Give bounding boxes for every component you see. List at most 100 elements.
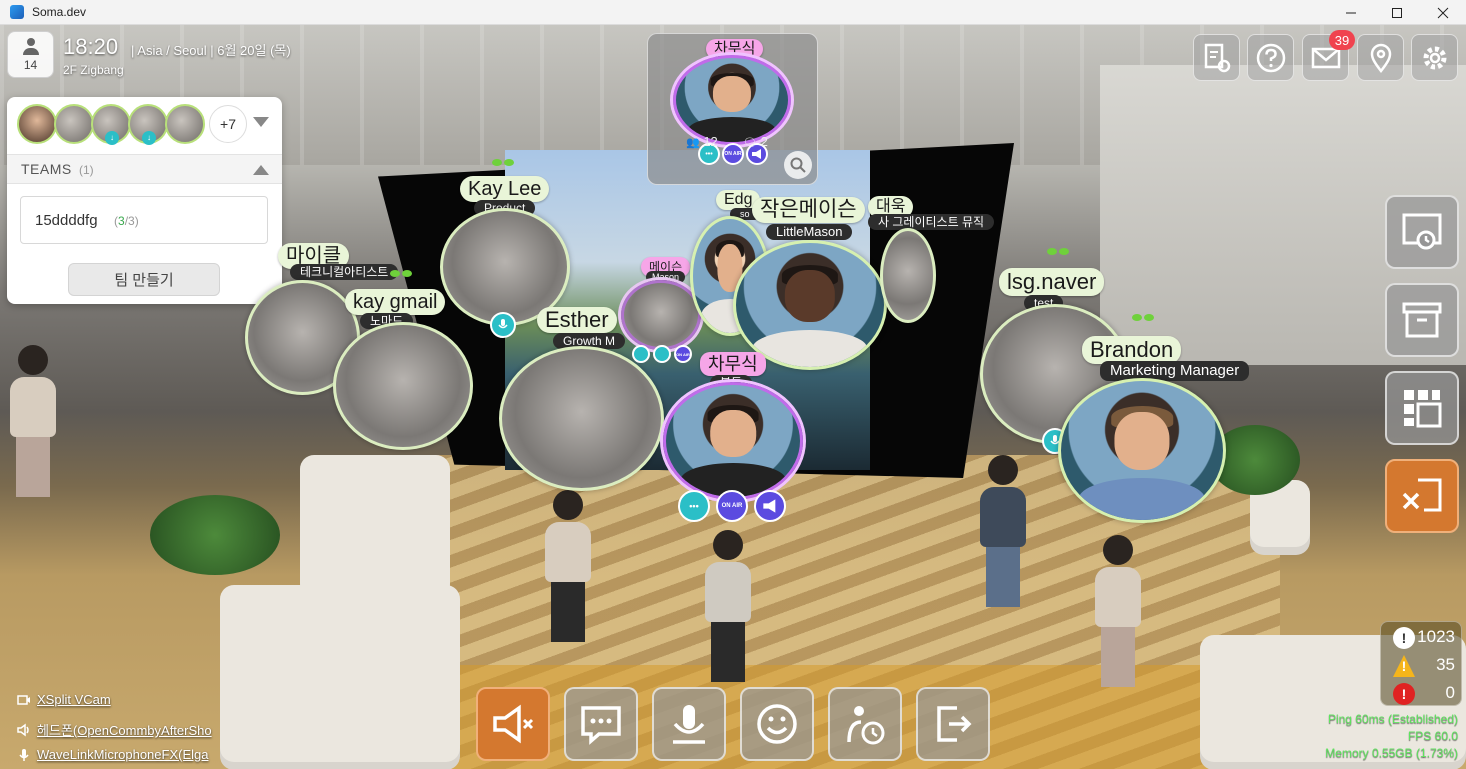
warning-icon: !	[1393, 655, 1415, 677]
microphone-device-link[interactable]: WaveLinkMicrophoneFX(Elga	[17, 747, 208, 762]
memory-status: Memory 0.55GB (1.73%)	[1325, 746, 1458, 760]
info-count: 1023	[1417, 627, 1455, 646]
team-list-item[interactable]: 15ddddfg (3/3)	[20, 196, 268, 244]
on-air-button[interactable]: ON AIR	[722, 143, 744, 165]
document-settings-button[interactable]	[1193, 34, 1240, 81]
participant-bubble[interactable]	[499, 346, 664, 491]
speaker-device-link[interactable]: 헤드폰(OpenCommbyAfterSho	[17, 720, 212, 739]
error-count-row: ! 0	[1381, 680, 1463, 707]
create-team-button[interactable]: 팀 만들기	[68, 263, 220, 296]
avatar[interactable]	[17, 104, 57, 144]
app-window: Soma.dev 14 18:20 | Asia / Seoul | 6월 20…	[0, 0, 1466, 769]
participant-bubble[interactable]	[621, 280, 701, 350]
avatar-figure[interactable]	[705, 530, 751, 682]
help-button[interactable]	[1247, 34, 1294, 81]
microphone-button[interactable]	[652, 687, 726, 761]
sofa	[220, 585, 460, 769]
minimize-button[interactable]	[1328, 0, 1374, 25]
timezone-date: | Asia / Seoul | 6월 20일 (목)	[131, 43, 291, 58]
microphone-icon: ↓	[142, 131, 156, 145]
sprout-icon	[1130, 312, 1156, 328]
help-icon	[1256, 43, 1285, 72]
warning-count-row: ! 35	[1381, 652, 1463, 679]
comment-count: 🗨 2	[743, 134, 768, 149]
more-users-count[interactable]: +7	[209, 105, 247, 143]
microphone-icon	[19, 748, 29, 761]
info-count-row: ! 1023	[1381, 624, 1463, 651]
participant-name: Kay Lee	[460, 176, 550, 202]
avatar-figure[interactable]	[545, 490, 591, 642]
speaker-mute-button[interactable]	[476, 687, 550, 761]
screen-history-button[interactable]	[1385, 195, 1459, 269]
zoom-button[interactable]	[784, 151, 812, 179]
participant-bubble[interactable]	[1058, 378, 1226, 523]
avatar-figure[interactable]	[10, 345, 56, 497]
away-status-button[interactable]	[828, 687, 902, 761]
gear-icon	[1423, 46, 1446, 69]
participant-role: 사 그레이티스트 뮤직	[868, 214, 995, 230]
megaphone-icon[interactable]	[754, 490, 786, 522]
minimize-icon	[1346, 12, 1356, 13]
chevron-up-icon[interactable]	[253, 165, 269, 175]
stop-share-icon	[1402, 478, 1442, 512]
participant-name: lsg.naver	[999, 268, 1105, 296]
close-window-button[interactable]	[1420, 0, 1466, 25]
app-icon	[10, 5, 24, 19]
archive-icon	[1402, 302, 1442, 338]
document-gear-icon	[1204, 43, 1230, 72]
location-button[interactable]	[1357, 34, 1404, 81]
person-icon	[22, 37, 39, 56]
megaphone-mute-icon	[493, 704, 534, 744]
chat-button[interactable]	[564, 687, 638, 761]
person-clock-icon	[847, 706, 885, 745]
settings-button[interactable]	[1411, 34, 1458, 81]
user-count: 14	[23, 57, 38, 72]
participant-bubble[interactable]	[733, 240, 887, 370]
layout-grid-icon	[1404, 390, 1442, 428]
camera-device-link[interactable]: XSplit VCam	[17, 692, 111, 707]
close-icon	[1437, 7, 1449, 18]
more-options-button[interactable]: •••	[678, 490, 710, 522]
warning-count: 35	[1436, 655, 1455, 674]
participant-role: LittleMason	[766, 224, 853, 240]
spotlight-video[interactable]	[673, 55, 791, 145]
avatar[interactable]: ↓	[91, 104, 131, 145]
speaker-icon	[17, 723, 29, 736]
maximize-button[interactable]	[1374, 0, 1420, 25]
avatar-figure[interactable]	[1095, 535, 1141, 687]
comment-icon: 🗨	[743, 137, 757, 149]
participant-name: Esther	[537, 307, 617, 333]
screen-history-icon	[1402, 213, 1442, 250]
chat-icon	[581, 706, 621, 745]
teams-count: (1)	[79, 163, 94, 177]
microphone-icon	[490, 312, 516, 338]
microphone-icon: ↓	[105, 131, 119, 145]
emoji-button[interactable]	[740, 687, 814, 761]
people-icon: 👥	[686, 137, 700, 149]
location-pin-icon	[1370, 43, 1391, 73]
participant-bubble[interactable]	[663, 382, 803, 500]
avatar-figure[interactable]	[980, 455, 1026, 607]
archive-button[interactable]	[1385, 283, 1459, 357]
viewer-count: 👥 12	[686, 134, 718, 149]
participant-bubble[interactable]	[880, 228, 936, 323]
error-icon: !	[1393, 683, 1415, 705]
sofa	[300, 455, 450, 605]
stop-share-button[interactable]	[1385, 459, 1459, 533]
avatar[interactable]	[54, 104, 94, 144]
participant-bubble[interactable]	[333, 322, 473, 450]
avatar[interactable]	[165, 104, 205, 144]
exit-button[interactable]	[916, 687, 990, 761]
mail-unread-badge: 39	[1329, 30, 1355, 50]
floor-label: 2F Zigbang	[63, 63, 124, 77]
on-air-button[interactable]: ON AIR	[716, 490, 748, 522]
error-count: 0	[1445, 683, 1455, 702]
chevron-down-icon[interactable]	[253, 117, 269, 127]
window-title: Soma.dev	[32, 5, 87, 19]
log-stats-panel[interactable]: ! 1023 ! 35 ! 0	[1380, 621, 1462, 706]
user-count-button[interactable]: 14	[7, 31, 54, 78]
exit-icon	[937, 706, 972, 742]
avatar[interactable]: ↓	[128, 104, 168, 145]
teams-header[interactable]: TEAMS (1)	[7, 154, 282, 184]
layout-button[interactable]	[1385, 371, 1459, 445]
